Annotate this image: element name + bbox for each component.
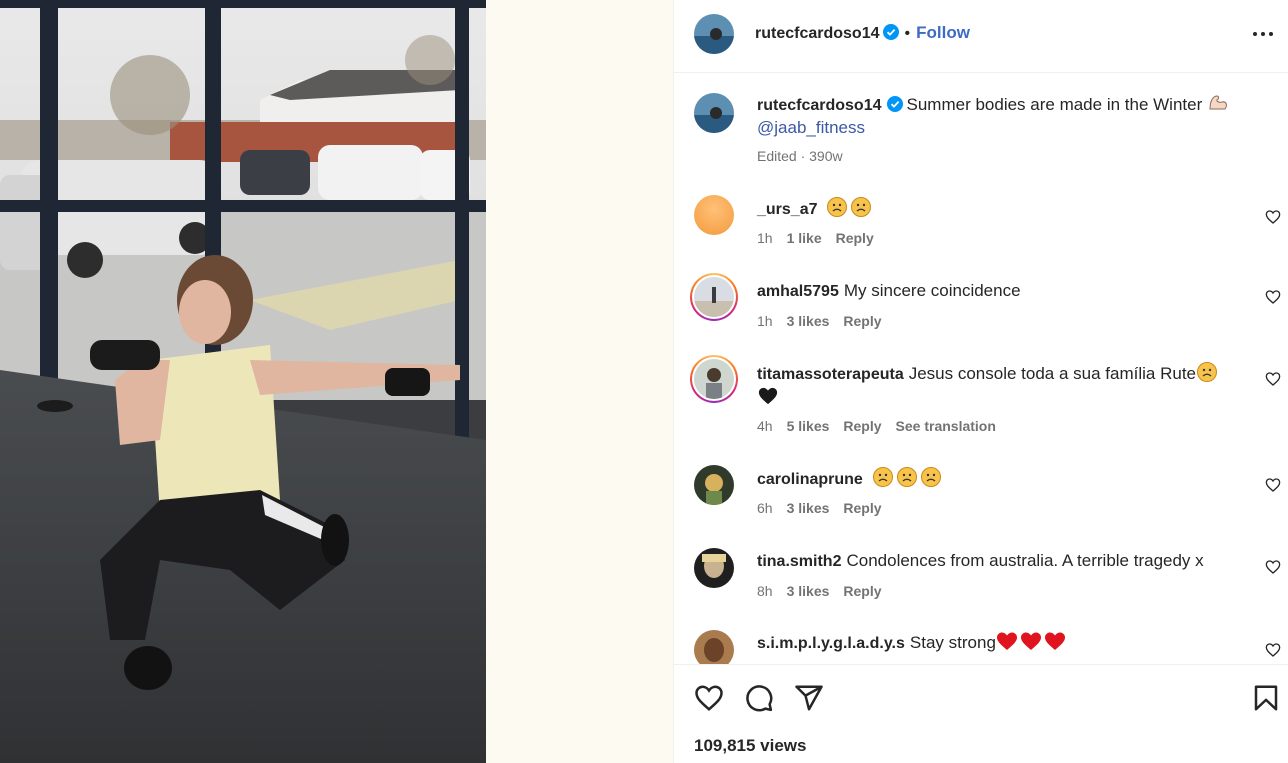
heart-icon[interactable] <box>1265 371 1281 387</box>
story-ring[interactable] <box>690 355 738 403</box>
reply-button[interactable]: Reply <box>843 313 881 329</box>
heart-icon[interactable] <box>1265 559 1281 575</box>
caption-username[interactable]: rutecfcardoso14 <box>757 97 882 114</box>
commenter-avatar <box>694 277 734 317</box>
bookmark-icon[interactable] <box>1251 683 1281 713</box>
comment-likes[interactable]: 5 likes <box>787 418 830 434</box>
reply-button[interactable]: Reply <box>836 230 874 246</box>
comment-username[interactable]: s.i.m.p.l.y.g.l.a.d.y.s <box>757 635 905 652</box>
flexed-biceps-icon <box>1209 95 1227 110</box>
comment-icon[interactable] <box>744 683 774 713</box>
black-heart-icon <box>758 387 778 405</box>
comment-time: 8h <box>757 583 773 599</box>
more-options-icon[interactable] <box>1251 22 1275 46</box>
comment-likes[interactable]: 3 likes <box>787 500 830 516</box>
reply-button[interactable]: Reply <box>843 500 881 516</box>
comment-time: 1h <box>757 230 773 246</box>
comment-username[interactable]: carolinaprune <box>757 471 863 488</box>
comment-username[interactable]: _urs_a7 <box>757 201 818 218</box>
heart-icon[interactable] <box>1265 642 1281 658</box>
comment-text: s.i.m.p.l.y.g.l.a.d.y.s Stay strong <box>757 631 1237 655</box>
comment-text: carolinaprune <box>757 467 1237 491</box>
red-heart-icon <box>996 632 1065 650</box>
reply-button[interactable]: Reply <box>843 583 881 599</box>
comment-username[interactable]: tina.smith2 <box>757 553 841 570</box>
commenter-avatar[interactable] <box>694 465 734 505</box>
comment-text: amhal5795 My sincere coincidence <box>757 280 1237 303</box>
comment-username[interactable]: amhal5795 <box>757 283 839 300</box>
video-frame <box>0 0 486 763</box>
author-username[interactable]: rutecfcardoso14 <box>755 25 880 42</box>
see-translation-button[interactable]: See translation <box>896 418 996 434</box>
comment-likes[interactable]: 1 like <box>787 230 822 246</box>
comments-scroll-area[interactable]: rutecfcardoso14 Summer bodies are made in… <box>674 73 1288 664</box>
sad-face-icon <box>872 467 941 487</box>
sad-face-icon <box>827 197 872 217</box>
views-count: 109,815 views <box>694 736 807 755</box>
caption-meta: Edited · 390w <box>757 148 843 164</box>
comment-time: 6h <box>757 500 773 516</box>
comment-text: _urs_a7 <box>757 197 1237 221</box>
commenter-avatar[interactable] <box>694 548 734 588</box>
comment-meta: 8h 3 likes Reply <box>757 583 896 599</box>
share-icon[interactable] <box>794 683 824 713</box>
commenter-avatar[interactable] <box>694 630 734 664</box>
story-ring[interactable] <box>690 273 738 321</box>
heart-icon[interactable] <box>1265 477 1281 493</box>
heart-icon[interactable] <box>1265 209 1281 225</box>
heart-icon[interactable] <box>1265 289 1281 305</box>
comment-body: Stay strong <box>909 633 996 652</box>
separator-dot: • <box>904 25 911 42</box>
verified-badge-icon <box>882 24 899 40</box>
comment-meta: 4h 5 likes Reply See translation <box>757 418 1010 434</box>
caption-body: Summer bodies are made in the Winter <box>906 95 1203 114</box>
post-actions-bar: 109,815 views <box>674 664 1288 763</box>
comment-meta: 6h 3 likes Reply <box>757 500 896 516</box>
header-line: rutecfcardoso14 • Follow <box>755 23 970 43</box>
sad-face-icon <box>1197 362 1217 382</box>
comment-meta: 1h 3 likes Reply <box>757 313 896 329</box>
comment-body: Condolences from australia. A terrible t… <box>846 551 1204 570</box>
comment-meta: 1h 1 like Reply <box>757 230 888 246</box>
comment-likes[interactable]: 3 likes <box>787 313 830 329</box>
author-avatar[interactable] <box>694 14 734 54</box>
verified-badge-icon <box>886 96 903 112</box>
follow-button[interactable]: Follow <box>916 23 970 42</box>
commenter-avatar <box>694 359 734 399</box>
comment-time: 1h <box>757 313 773 329</box>
post-side-panel: rutecfcardoso14 • Follow rutecfcardoso14 Su… <box>673 0 1288 763</box>
reply-button[interactable]: Reply <box>843 418 881 434</box>
caption-author-avatar[interactable] <box>694 93 734 133</box>
comment-text: tina.smith2 Condolences from australia. A… <box>757 550 1237 573</box>
heart-icon[interactable] <box>694 683 724 713</box>
caption-text: rutecfcardoso14 Summer bodies are made in… <box>757 93 1237 139</box>
comment-text: titamassoterapeuta Jesus console toda a s… <box>757 362 1237 409</box>
comment-body: My sincere coincidence <box>843 281 1021 300</box>
comment-username[interactable]: titamassoterapeuta <box>757 366 904 383</box>
comment-time: 4h <box>757 418 773 434</box>
post-media-video[interactable] <box>0 0 486 763</box>
comment-likes[interactable]: 3 likes <box>787 583 830 599</box>
comment-body: Jesus console toda a sua família Rute <box>908 364 1196 383</box>
mention-link[interactable]: @jaab_fitness <box>757 118 865 137</box>
commenter-avatar[interactable] <box>694 195 734 235</box>
media-letterbox <box>486 0 673 763</box>
post-header: rutecfcardoso14 • Follow <box>674 0 1288 73</box>
